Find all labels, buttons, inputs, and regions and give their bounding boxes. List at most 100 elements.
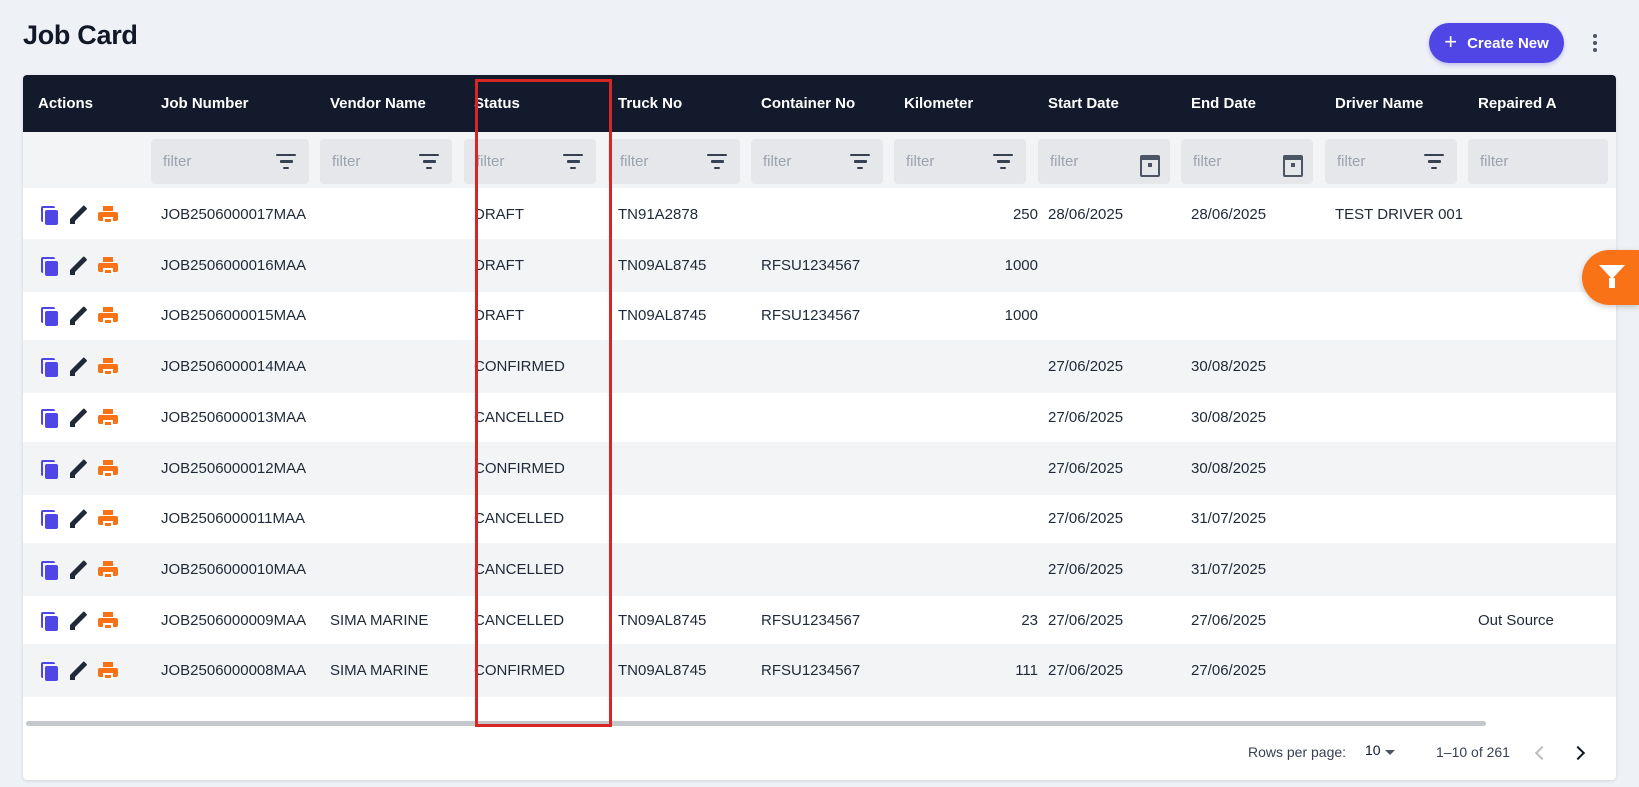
print-icon[interactable] xyxy=(98,611,118,631)
table-row[interactable]: JOB2506000016MAA DRAFT TN09AL8745 RFSU12345… xyxy=(23,238,1616,292)
filter-field-repaired[interactable] xyxy=(1468,139,1608,184)
column-header-truck-no[interactable]: Truck No xyxy=(618,75,682,132)
table-row[interactable]: JOB2506000011MAA CANCELLED 27/06/2025 31/07… xyxy=(23,492,1616,545)
chevron-down-icon[interactable] xyxy=(1385,750,1395,755)
copy-icon[interactable] xyxy=(38,459,58,479)
filter-field-start[interactable] xyxy=(1038,139,1170,184)
cell-container: RFSU1234567 xyxy=(761,611,861,629)
filter-field-job[interactable] xyxy=(151,139,309,184)
filter-input-km[interactable] xyxy=(906,153,992,170)
copy-icon[interactable] xyxy=(38,509,58,530)
cell-status: CONFIRMED xyxy=(474,662,565,680)
filter-field-driver[interactable] xyxy=(1325,139,1457,184)
cell-km xyxy=(904,442,1038,495)
copy-icon[interactable] xyxy=(38,611,58,631)
column-header-repaired-a[interactable]: Repaired A xyxy=(1478,75,1557,132)
print-icon[interactable] xyxy=(98,560,118,580)
print-icon[interactable] xyxy=(98,408,118,428)
filter-field-container[interactable] xyxy=(751,139,883,184)
filter-input-driver[interactable] xyxy=(1337,153,1423,170)
filter-list-icon[interactable] xyxy=(849,151,871,173)
edit-icon[interactable] xyxy=(68,459,88,479)
table-row[interactable]: JOB2506000009MAA SIMA MARINE CANCELLED TN09… xyxy=(23,594,1616,647)
cell-km xyxy=(904,340,1038,393)
table-row[interactable]: JOB2506000013MAA CANCELLED 27/06/2025 30/08… xyxy=(23,391,1616,444)
filter-field-end[interactable] xyxy=(1181,139,1313,184)
copy-icon[interactable] xyxy=(38,357,58,378)
edit-icon[interactable] xyxy=(68,205,88,225)
next-page-icon[interactable] xyxy=(1569,742,1591,764)
column-header-container-no[interactable]: Container No xyxy=(761,75,855,132)
edit-icon[interactable] xyxy=(68,611,88,631)
filter-input-container[interactable] xyxy=(763,153,849,170)
table-row[interactable]: JOB2506000010MAA CANCELLED 27/06/2025 31/07… xyxy=(23,542,1616,596)
filter-input-vendor[interactable] xyxy=(332,153,418,170)
cell-end: 27/06/2025 xyxy=(1191,662,1267,680)
cell-start: 27/06/2025 xyxy=(1048,358,1124,376)
copy-icon[interactable] xyxy=(38,560,58,580)
cell-km: 250 xyxy=(1012,206,1038,223)
calendar-icon[interactable] xyxy=(1281,152,1303,177)
filter-input-job[interactable] xyxy=(163,153,275,170)
cell-repaired: Out Source xyxy=(1478,611,1554,629)
filter-field-truck[interactable] xyxy=(608,139,740,184)
cell-status: CANCELLED xyxy=(474,510,565,528)
filter-input-start[interactable] xyxy=(1050,153,1138,170)
print-icon[interactable] xyxy=(98,459,118,479)
edit-icon[interactable] xyxy=(68,306,88,326)
print-icon[interactable] xyxy=(98,306,118,326)
column-header-vendor-name[interactable]: Vendor Name xyxy=(330,75,426,132)
filter-input-status[interactable] xyxy=(476,153,562,170)
table-row[interactable]: JOB2506000015MAA DRAFT TN09AL8745 RFSU12345… xyxy=(23,289,1616,342)
table-row[interactable]: JOB2506000012MAA CONFIRMED 27/06/2025 30/08… xyxy=(23,441,1616,495)
column-header-job-number[interactable]: Job Number xyxy=(161,75,249,132)
cell-km xyxy=(904,492,1038,545)
filter-field-status[interactable] xyxy=(464,139,596,184)
copy-icon[interactable] xyxy=(38,256,58,276)
filter-list-icon[interactable] xyxy=(562,151,584,173)
column-header-start-date[interactable]: Start Date xyxy=(1048,75,1119,132)
filter-list-icon[interactable] xyxy=(1423,151,1445,173)
print-icon[interactable] xyxy=(98,205,118,225)
column-header-kilometer[interactable]: Kilometer xyxy=(904,75,973,132)
copy-icon[interactable] xyxy=(38,306,58,327)
column-header-actions[interactable]: Actions xyxy=(38,75,93,132)
copy-icon[interactable] xyxy=(38,408,58,428)
create-new-button[interactable]: + Create New xyxy=(1429,23,1564,63)
filter-input-end[interactable] xyxy=(1193,153,1281,170)
column-header-end-date[interactable]: End Date xyxy=(1191,75,1256,132)
filter-field-km[interactable] xyxy=(894,139,1026,184)
filter-list-icon[interactable] xyxy=(418,151,440,173)
table-row[interactable]: JOB2506000017MAA DRAFT TN91A2878 250 28/06/2… xyxy=(23,188,1616,241)
more-vertical-icon[interactable] xyxy=(1585,30,1605,56)
cell-km: 1000 xyxy=(1004,256,1038,274)
filter-list-icon[interactable] xyxy=(992,151,1014,173)
rows-per-page-select[interactable]: 10 xyxy=(1365,742,1381,758)
horizontal-scrollbar[interactable] xyxy=(26,721,1486,726)
filter-list-icon[interactable] xyxy=(706,151,728,173)
print-icon[interactable] xyxy=(98,661,118,681)
edit-icon[interactable] xyxy=(68,357,88,377)
cell-status: CONFIRMED xyxy=(474,459,565,477)
column-header-driver-name[interactable]: Driver Name xyxy=(1335,75,1423,132)
edit-icon[interactable] xyxy=(68,408,88,428)
column-header-status[interactable]: Status xyxy=(474,75,520,132)
copy-icon[interactable] xyxy=(38,205,58,225)
edit-icon[interactable] xyxy=(68,509,88,529)
edit-icon[interactable] xyxy=(68,256,88,276)
calendar-icon[interactable] xyxy=(1138,152,1160,177)
copy-icon[interactable] xyxy=(38,661,58,682)
edit-icon[interactable] xyxy=(68,661,88,681)
table-row[interactable]: JOB2506000014MAA CONFIRMED 27/06/2025 30/08… xyxy=(23,340,1616,394)
filter-list-icon[interactable] xyxy=(275,151,297,173)
filter-fab-button[interactable] xyxy=(1582,250,1639,305)
filter-input-repaired[interactable] xyxy=(1480,153,1596,170)
print-icon[interactable] xyxy=(98,357,118,377)
filter-input-truck[interactable] xyxy=(620,153,706,170)
print-icon[interactable] xyxy=(98,509,118,529)
edit-icon[interactable] xyxy=(68,560,88,580)
previous-page-icon[interactable] xyxy=(1530,742,1552,764)
print-icon[interactable] xyxy=(98,256,118,276)
filter-field-vendor[interactable] xyxy=(320,139,452,184)
table-row[interactable]: JOB2506000008MAA SIMA MARINE CONFIRMED TN09… xyxy=(23,644,1616,698)
